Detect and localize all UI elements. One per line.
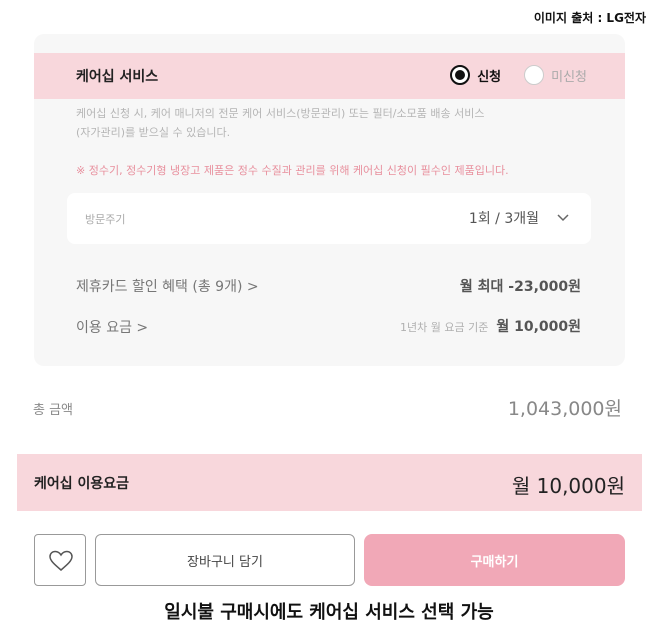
buy-button[interactable]: 구매하기	[364, 534, 625, 586]
usage-fee-value-group: 1년차 월 요금 기준 월 10,000원	[400, 316, 581, 336]
care-fee-bar: 케어십 이용요금 월 10,000원	[17, 454, 642, 511]
care-description-line: 케어십 신청 시, 케어 매니저의 전문 케어 서비스(방문관리) 또는 필터/…	[76, 107, 485, 120]
heart-icon	[49, 550, 73, 571]
decline-radio[interactable]	[524, 65, 545, 85]
chevron-down-icon	[557, 214, 569, 222]
care-fee-label: 케어십 이용요금	[34, 476, 130, 492]
usage-fee-value: 월 10,000원	[496, 319, 581, 335]
visit-cycle-select[interactable]: 방문주기 1회 / 3개월	[67, 193, 591, 244]
visit-cycle-label: 방문주기	[85, 213, 126, 226]
card-discount-value: 월 최대 -23,000원	[459, 279, 581, 295]
card-discount-link[interactable]: 제휴카드 할인 혜택 (총 9개) >	[76, 276, 259, 296]
wishlist-button[interactable]	[34, 534, 86, 586]
total-amount-value: 1,043,000원	[507, 398, 622, 420]
care-option-group: 신청 미신청	[450, 65, 587, 85]
care-fee-value: 월 10,000원	[511, 474, 625, 498]
decline-radio-label[interactable]: 미신청	[551, 66, 587, 85]
total-amount-label: 총 금액	[33, 403, 74, 418]
care-description-line: (자가관리)를 받으실 수 있습니다.	[76, 126, 231, 139]
apply-radio[interactable]	[450, 65, 471, 85]
care-service-panel: 케어십 서비스 신청 미신청 케어십 신청 시, 케어 매니저의 전문 케어 서…	[34, 34, 625, 366]
care-required-notice: ※ 정수기, 정수기형 냉장고 제품은 정수 수질과 관리를 위해 케어십 신청…	[76, 164, 509, 177]
care-service-title: 케어십 서비스	[76, 69, 159, 85]
visit-cycle-value: 1회 / 3개월	[468, 211, 539, 227]
care-description: 케어십 신청 시, 케어 매니저의 전문 케어 서비스(방문관리) 또는 필터/…	[76, 104, 556, 142]
usage-fee-link[interactable]: 이용 요금 >	[76, 317, 148, 337]
apply-radio-label[interactable]: 신청	[477, 66, 501, 85]
usage-fee-basis: 1년차 월 요금 기준	[400, 321, 489, 334]
caption-text: 일시불 구매시에도 케어십 서비스 선택 가능	[164, 602, 494, 623]
image-source-credit: 이미지 출처 : LG전자	[533, 11, 646, 25]
care-service-header: 케어십 서비스 신청 미신청	[34, 53, 625, 99]
add-to-cart-button[interactable]: 장바구니 담기	[95, 534, 355, 586]
